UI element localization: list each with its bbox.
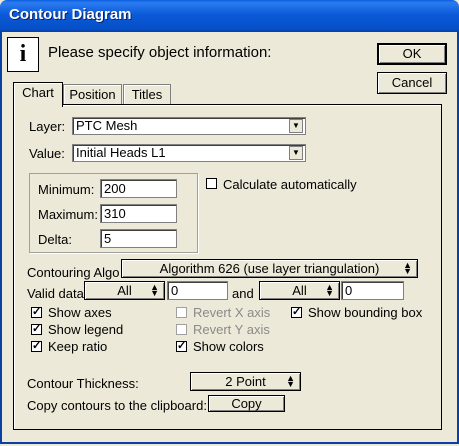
and-label: and [232, 286, 254, 301]
revert-y-checkbox [176, 324, 187, 335]
cancel-button[interactable]: Cancel [377, 72, 447, 94]
maximum-label: Maximum: [38, 207, 98, 222]
updown-arrows-icon: ▲ ▼ [325, 282, 334, 298]
tab-chart[interactable]: Chart [13, 82, 63, 107]
valid-value1-field[interactable]: 0 [167, 281, 228, 300]
window-title: Contour Diagram [9, 6, 132, 23]
copy-contours-label: Copy contours to the clipboard: [27, 398, 207, 413]
thickness-select-value: 2 Point [225, 374, 266, 389]
revert-y-label: Revert Y axis [193, 322, 270, 337]
thickness-label: Contour Thickness: [27, 376, 139, 391]
minimum-field[interactable]: 200 [100, 179, 177, 198]
thickness-select[interactable]: 2 Point ▲ ▼ [190, 372, 301, 391]
layer-label: Layer: [29, 119, 66, 134]
show-bbox-checkbox[interactable]: ✓ [291, 307, 302, 318]
valid-value2-field[interactable]: 0 [341, 281, 404, 300]
show-axes-label: Show axes [48, 305, 112, 320]
valid-op1-value: All [117, 283, 132, 298]
revert-x-checkbox [176, 307, 187, 318]
chevron-down-icon: ▼ [289, 119, 303, 133]
algo-label: Contouring Algo [27, 265, 120, 280]
layer-select[interactable]: PTC Mesh ▼ [72, 117, 306, 135]
value-select-value: Initial Heads L1 [76, 145, 166, 160]
ok-button[interactable]: OK [377, 43, 447, 65]
show-axes-checkbox[interactable]: ✓ [31, 307, 42, 318]
show-colors-label: Show colors [193, 339, 264, 354]
show-legend-checkbox[interactable]: ✓ [31, 324, 42, 335]
valid-data-label: Valid data [27, 286, 84, 301]
calc-auto-label: Calculate automatically [223, 177, 357, 192]
algo-select-value: Algorithm 626 (use layer triangulation) [159, 261, 380, 276]
show-colors-checkbox[interactable]: ✓ [176, 341, 187, 352]
revert-x-label: Revert X axis [193, 305, 271, 320]
delta-label: Delta: [38, 232, 72, 247]
valid-op2-select[interactable]: All ▲ ▼ [259, 281, 340, 300]
info-icon: i [7, 37, 39, 72]
prompt-text: Please specify object information: [48, 44, 272, 61]
layer-select-value: PTC Mesh [76, 118, 138, 133]
updown-arrows-icon: ▲ ▼ [150, 282, 159, 298]
updown-arrows-icon: ▲ ▼ [403, 260, 412, 276]
calc-auto-checkbox[interactable] [206, 178, 217, 189]
chevron-down-icon: ▼ [289, 146, 303, 160]
updown-arrows-icon: ▲ ▼ [286, 373, 295, 389]
value-select[interactable]: Initial Heads L1 ▼ [72, 144, 306, 162]
valid-op2-value: All [292, 283, 307, 298]
copy-button[interactable]: Copy [208, 395, 285, 412]
maximum-field[interactable]: 310 [100, 204, 177, 223]
tab-titles[interactable]: Titles [123, 84, 171, 105]
tab-position[interactable]: Position [63, 84, 122, 105]
show-legend-label: Show legend [48, 322, 124, 337]
delta-field[interactable]: 5 [100, 229, 177, 248]
minimum-label: Minimum: [38, 182, 95, 197]
valid-op1-select[interactable]: All ▲ ▼ [84, 281, 165, 300]
show-bbox-label: Show bounding box [308, 305, 423, 320]
value-label: Value: [29, 146, 65, 161]
keep-ratio-checkbox[interactable]: ✓ [31, 341, 42, 352]
keep-ratio-label: Keep ratio [48, 339, 108, 354]
algo-select[interactable]: Algorithm 626 (use layer triangulation) … [121, 259, 418, 278]
